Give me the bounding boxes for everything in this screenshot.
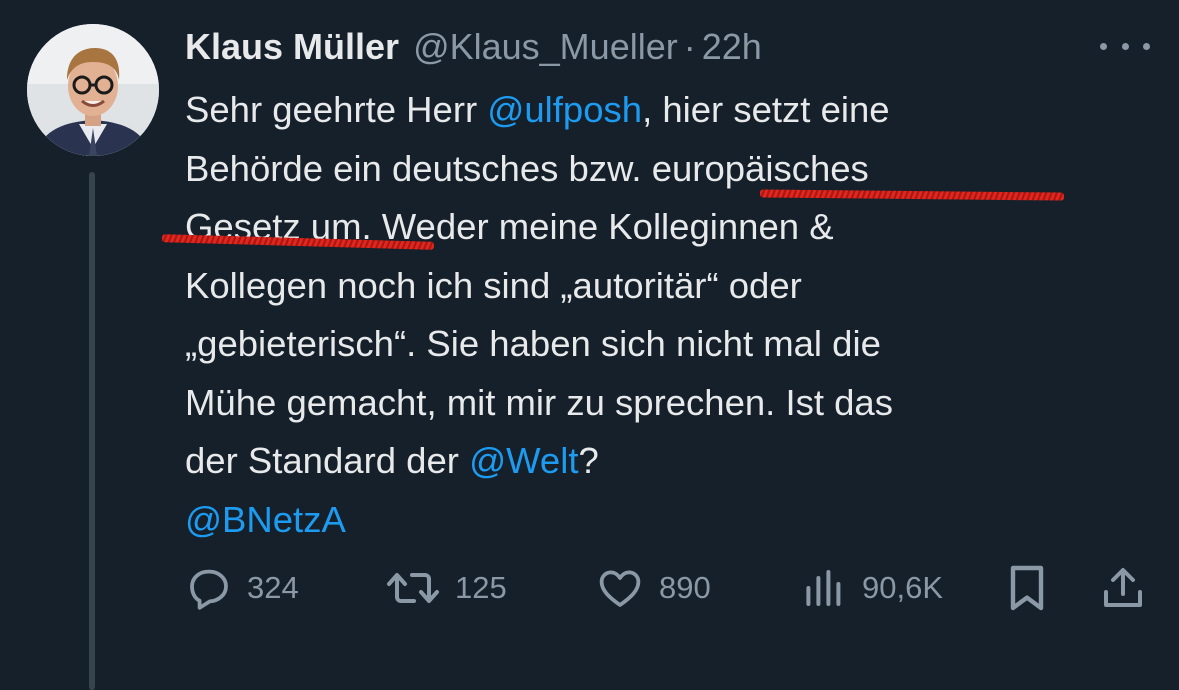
header-separator: · bbox=[683, 26, 696, 67]
tweet-text-line: Kollegen noch ich sind „autoritär“ oder bbox=[185, 257, 1145, 316]
bookmark-icon bbox=[1010, 565, 1044, 611]
mention-link[interactable]: @BNetzA bbox=[185, 499, 346, 540]
tweet-text-segment: Sehr geehrte Herr bbox=[185, 89, 488, 130]
share-button[interactable] bbox=[1099, 560, 1147, 616]
tweet-text-segment: Mühe gemacht, mit mir zu sprechen. Ist d… bbox=[185, 381, 893, 423]
tweet-text: Sehr geehrte Herr @ulfposh, hier setzt e… bbox=[185, 81, 1145, 549]
author-handle[interactable]: @Klaus_Mueller bbox=[413, 26, 678, 68]
retweet-count: 125 bbox=[455, 570, 507, 605]
share-icon bbox=[1104, 568, 1142, 607]
author-name[interactable]: Klaus Müller bbox=[185, 26, 399, 68]
bookmark-button[interactable] bbox=[1003, 560, 1051, 616]
mention-link[interactable]: @ulfposh bbox=[487, 89, 642, 130]
tweet-text-segment: ? bbox=[578, 440, 599, 481]
tweet-text-line: @BNetzA bbox=[185, 491, 1145, 550]
tweet-text-line: Gesetz um. Weder meine Kolleginnen & bbox=[185, 198, 1145, 257]
tweet-text-segment: „gebieterisch“. Sie haben sich nicht mal… bbox=[185, 323, 881, 364]
tweet-text-line: „gebieterisch“. Sie haben sich nicht mal… bbox=[185, 315, 1145, 374]
views-bar-chart-icon bbox=[806, 570, 841, 606]
tweet-text-line: Sehr geehrte Herr @ulfposh, hier setzt e… bbox=[185, 81, 1145, 140]
retweet-button[interactable]: 125 bbox=[385, 560, 507, 616]
more-dot bbox=[1121, 42, 1129, 50]
tweet-text-segment: Behörde ein deutsches bzw. europäisches bbox=[185, 147, 869, 189]
tweet-timestamp[interactable]: 22h bbox=[702, 26, 762, 68]
more-dot bbox=[1100, 42, 1107, 50]
more-dot bbox=[1143, 42, 1150, 50]
retweet-icon bbox=[387, 573, 439, 603]
tweet-text-segment: , hier setzt eine bbox=[642, 89, 890, 130]
heart-icon bbox=[599, 570, 641, 607]
more-options-icon[interactable] bbox=[1100, 33, 1150, 59]
view-count: 90,6K bbox=[862, 570, 944, 605]
views-button[interactable]: 90,6K bbox=[800, 560, 943, 616]
avatar[interactable] bbox=[27, 24, 159, 156]
like-button[interactable]: 890 bbox=[595, 560, 711, 616]
reply-icon bbox=[190, 569, 228, 610]
reply-count: 324 bbox=[247, 570, 299, 605]
tweet-text-line: Behörde ein deutsches bzw. europäisches bbox=[185, 140, 1145, 199]
thread-connector-line bbox=[89, 172, 95, 690]
reply-button[interactable]: 324 bbox=[185, 560, 299, 616]
mention-link[interactable]: @Welt bbox=[469, 440, 578, 481]
tweet-text-line: der Standard der @Welt? bbox=[185, 432, 1145, 491]
tweet-actions: 324 125 890 90,6K bbox=[185, 560, 1147, 616]
tweet-text-segment: Kollegen noch ich sind „autoritär“ oder bbox=[185, 264, 802, 306]
tweet-text-segment: der Standard der bbox=[185, 440, 470, 481]
tweet-header: Klaus Müller @Klaus_Mueller · 22h bbox=[185, 22, 762, 72]
tweet-text-line: Mühe gemacht, mit mir zu sprechen. Ist d… bbox=[185, 374, 1145, 433]
like-count: 890 bbox=[659, 570, 711, 605]
avatar-image bbox=[27, 24, 159, 156]
